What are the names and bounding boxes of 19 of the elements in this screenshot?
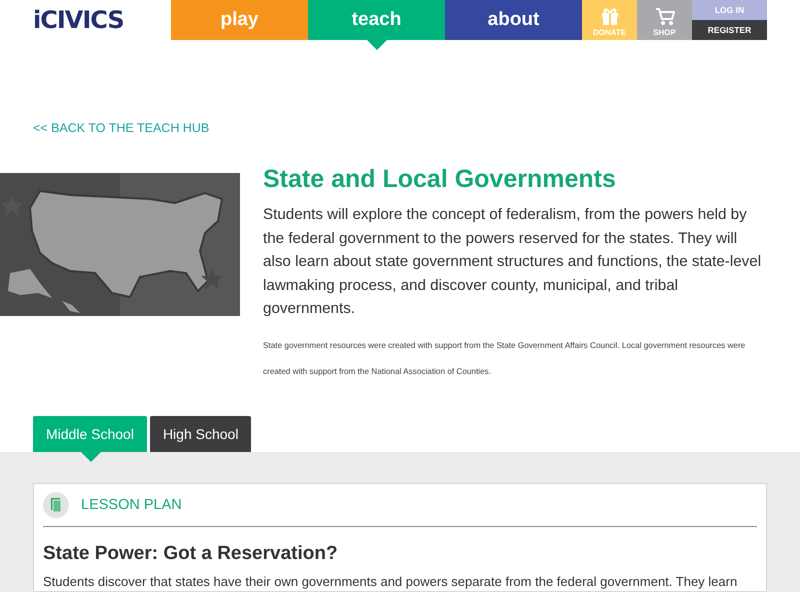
- page-title: State and Local Governments: [263, 164, 617, 195]
- nav-tab[interactable]: teach: [308, 0, 445, 40]
- credit-note: State government resources were created with support from the State Government Affairs Council. Local government resources were created with support from the National Association of Counties.: [263, 340, 746, 378]
- nav-tab[interactable]: about: [445, 0, 582, 40]
- lesson-title[interactable]: State Power: Got a Reservation?: [43, 542, 757, 564]
- back-link[interactable]: << BACK TO THE TEACH HUB: [33, 121, 210, 135]
- nav-tab[interactable]: play: [171, 0, 308, 40]
- document-icon: [43, 492, 69, 518]
- shop-button[interactable]: SHOP: [637, 0, 692, 40]
- description: Students will explore the concept of federalism, from the powers held by the federal government to the powers reserved for the states. They will also learn about state government structures and functions, the state-level lawmaking process, and discover county, municipal, and tribal governments.: [263, 205, 762, 319]
- lesson-summary: Students discover that states have their own governments and powers separate from the federal government. They learn: [43, 572, 738, 590]
- logo[interactable]: iCIVICS: [33, 0, 171, 34]
- school-tab[interactable]: Middle School: [33, 416, 147, 452]
- register-button[interactable]: REGISTER: [692, 20, 767, 40]
- lesson-type: LESSON PLAN: [81, 496, 182, 512]
- gift-icon: [600, 6, 620, 26]
- login-button[interactable]: LOG IN: [692, 0, 767, 20]
- school-tab[interactable]: High School: [150, 416, 252, 452]
- cart-icon: [654, 6, 674, 26]
